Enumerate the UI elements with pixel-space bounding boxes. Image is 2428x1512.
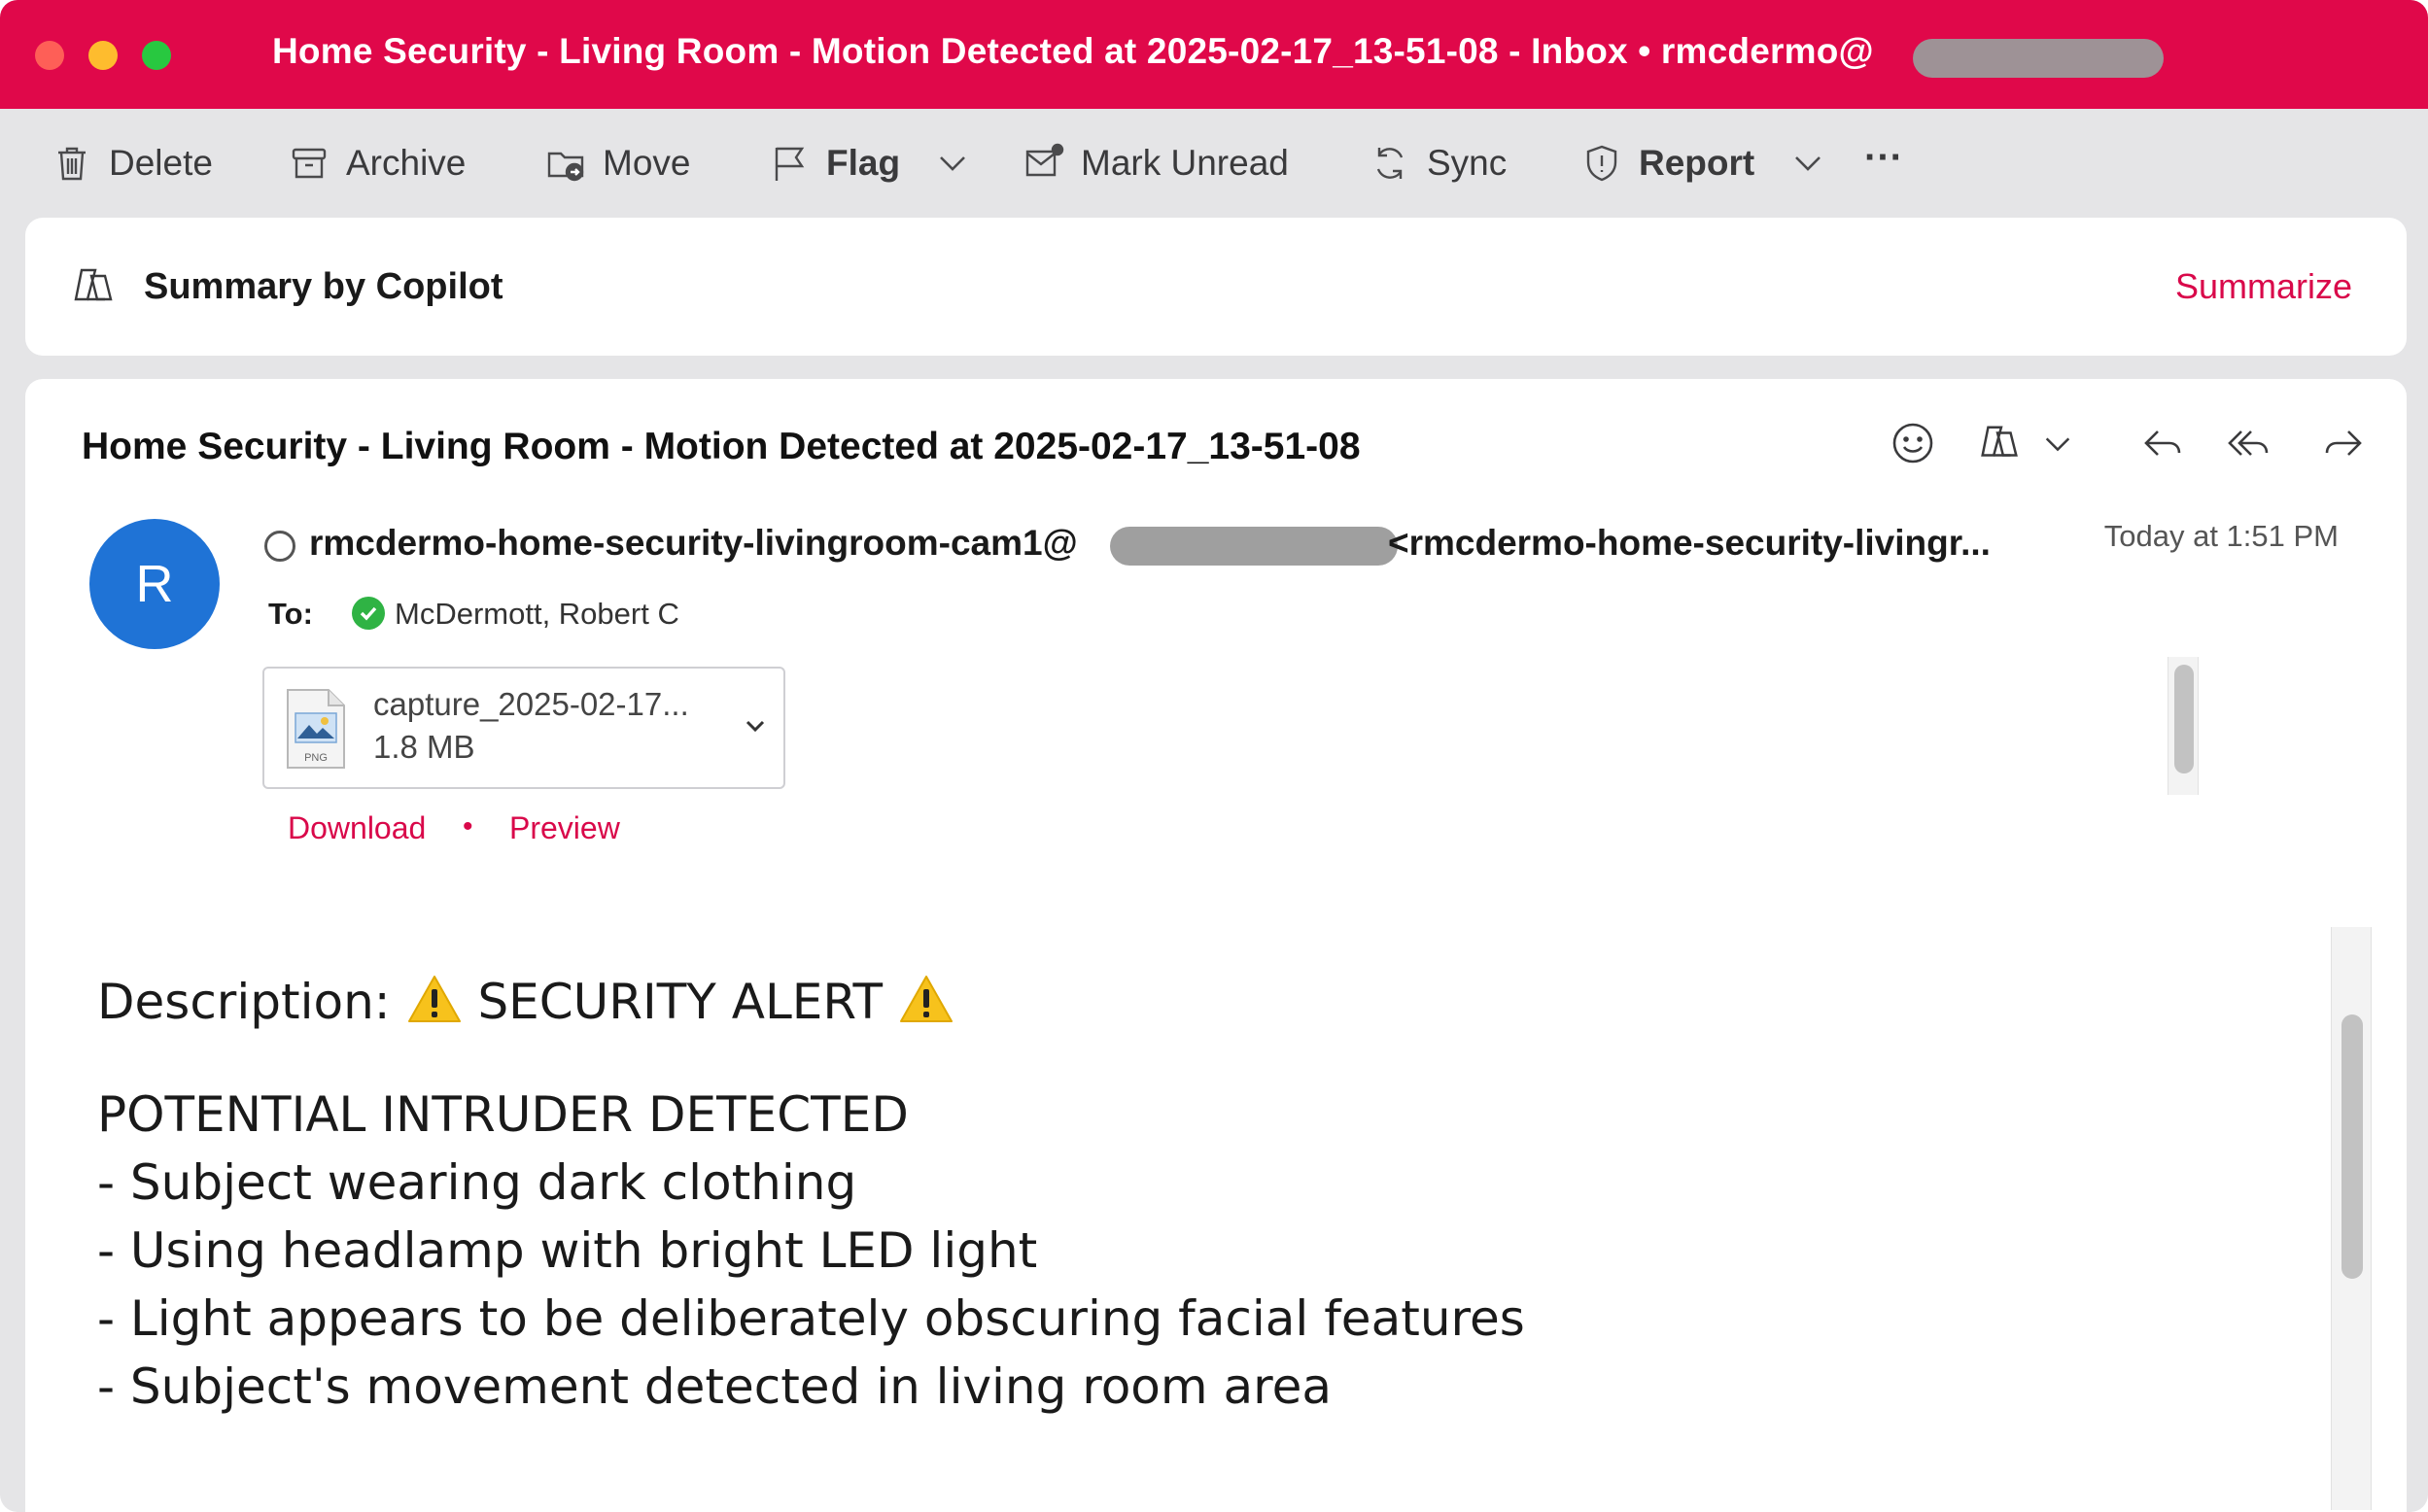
redaction-mark <box>1110 527 1398 566</box>
chevron-down-icon <box>940 156 965 171</box>
close-window-button[interactable] <box>35 41 64 70</box>
link-separator: • <box>463 810 473 842</box>
reply-button[interactable] <box>2140 420 2187 471</box>
header-scrollbar[interactable] <box>2168 657 2199 795</box>
alert-text: SECURITY ALERT <box>477 974 884 1030</box>
envelope-unread-icon <box>1025 143 1064 177</box>
body-scrollbar-thumb[interactable] <box>2341 1014 2363 1279</box>
sync-label: Sync <box>1427 143 1508 183</box>
warning-icon <box>407 976 461 1022</box>
body-bullet: - Subject wearing dark clothing <box>97 1154 857 1211</box>
message-subject: Home Security - Living Room - Motion Det… <box>82 426 1361 467</box>
copilot-summary-card: Summary by Copilot Summarize <box>25 218 2407 356</box>
minimize-window-button[interactable] <box>88 41 118 70</box>
more-icon: ··· <box>1864 135 1903 179</box>
shield-icon <box>1586 145 1617 182</box>
file-type-label: PNG <box>304 752 328 764</box>
attachment-name: capture_2025-02-17... <box>373 686 689 722</box>
attachment-size: 1.8 MB <box>373 729 475 765</box>
mark-unread-label: Mark Unread <box>1081 143 1289 183</box>
toolbar: Delete Archive Move Flag Mark Unread Syn… <box>0 109 2428 218</box>
chevron-down-icon <box>1795 156 1821 171</box>
attachment-tile[interactable]: PNG capture_2025-02-17... 1.8 MB <box>262 667 785 789</box>
copilot-summary-label: Summary by Copilot <box>144 266 503 307</box>
mail-window: Home Security - Living Room - Motion Det… <box>0 0 2428 1512</box>
body-bullet: - Subject's movement detected in living … <box>97 1358 1332 1415</box>
forward-icon <box>2325 430 2362 456</box>
sender-address[interactable]: rmcdermo-home-security-livingroom-cam1@ <box>309 523 1078 564</box>
reply-icon <box>2144 430 2181 456</box>
sync-icon <box>1376 148 1404 179</box>
move-label: Move <box>603 143 691 183</box>
flag-options-dropdown[interactable] <box>935 146 970 186</box>
trash-icon <box>58 147 86 181</box>
forward-button[interactable] <box>2319 420 2366 471</box>
reply-all-icon <box>2228 430 2269 456</box>
archive-icon <box>292 148 327 179</box>
report-options-dropdown[interactable] <box>1790 146 1825 186</box>
flag-icon <box>775 147 805 181</box>
window-title: Home Security - Living Room - Motion Det… <box>272 31 1874 71</box>
chevron-down-icon <box>746 720 765 733</box>
to-label: To: <box>268 597 313 631</box>
mark-unread-button[interactable]: Mark Unread <box>1023 138 1289 189</box>
body-scrollbar[interactable] <box>2331 927 2372 1510</box>
copilot-actions-button[interactable] <box>1975 420 2024 473</box>
archive-label: Archive <box>346 143 467 183</box>
redaction-mark <box>1913 39 2164 78</box>
png-file-icon: PNG <box>286 688 346 770</box>
sender-display[interactable]: <rmcdermo-home-security-livingr... <box>1388 523 1991 564</box>
copilot-actions-dropdown[interactable] <box>2041 428 2074 465</box>
flag-label: Flag <box>826 143 901 183</box>
recipient-name[interactable]: McDermott, Robert C <box>395 597 679 632</box>
read-status-radio[interactable] <box>264 531 295 562</box>
body-bullet: - Using headlamp with bright LED light <box>97 1222 1038 1279</box>
reply-all-button[interactable] <box>2226 420 2272 471</box>
copilot-icon <box>68 262 119 313</box>
report-label: Report <box>1639 143 1755 183</box>
sender-avatar: R <box>89 519 220 649</box>
flag-button[interactable]: Flag <box>768 138 900 189</box>
archive-button[interactable]: Archive <box>288 138 466 189</box>
message-pane: Home Security - Living Room - Motion Det… <box>25 379 2407 1512</box>
preview-link[interactable]: Preview <box>509 810 620 846</box>
download-link[interactable]: Download <box>288 810 426 846</box>
folder-move-icon <box>547 152 584 182</box>
more-actions-button[interactable]: ··· <box>1864 132 1903 183</box>
copilot-icon <box>1981 426 2018 457</box>
warning-icon <box>899 976 953 1022</box>
chevron-down-icon <box>2045 437 2070 452</box>
message-timestamp: Today at 1:51 PM <box>2103 519 2339 553</box>
smiley-icon <box>1892 423 1933 464</box>
summarize-link[interactable]: Summarize <box>2175 266 2352 307</box>
zoom-window-button[interactable] <box>142 41 171 70</box>
body-bullet: - Light appears to be deliberately obscu… <box>97 1290 1525 1347</box>
header-scrollbar-thumb[interactable] <box>2174 665 2194 773</box>
delete-label: Delete <box>109 143 213 183</box>
attachment-options-dropdown[interactable] <box>743 713 768 743</box>
description-prefix: Description: <box>97 974 391 1030</box>
delete-button[interactable]: Delete <box>51 138 213 189</box>
verified-check-icon <box>352 597 385 630</box>
move-button[interactable]: Move <box>544 138 690 189</box>
sync-button[interactable]: Sync <box>1369 138 1507 189</box>
body-heading: POTENTIAL INTRUDER DETECTED <box>97 1086 909 1143</box>
title-bar: Home Security - Living Room - Motion Det… <box>0 0 2428 109</box>
description-line: Description: SECURITY ALERT <box>97 974 954 1030</box>
report-button[interactable]: Report <box>1580 138 1754 189</box>
reaction-button[interactable] <box>1890 420 1936 471</box>
